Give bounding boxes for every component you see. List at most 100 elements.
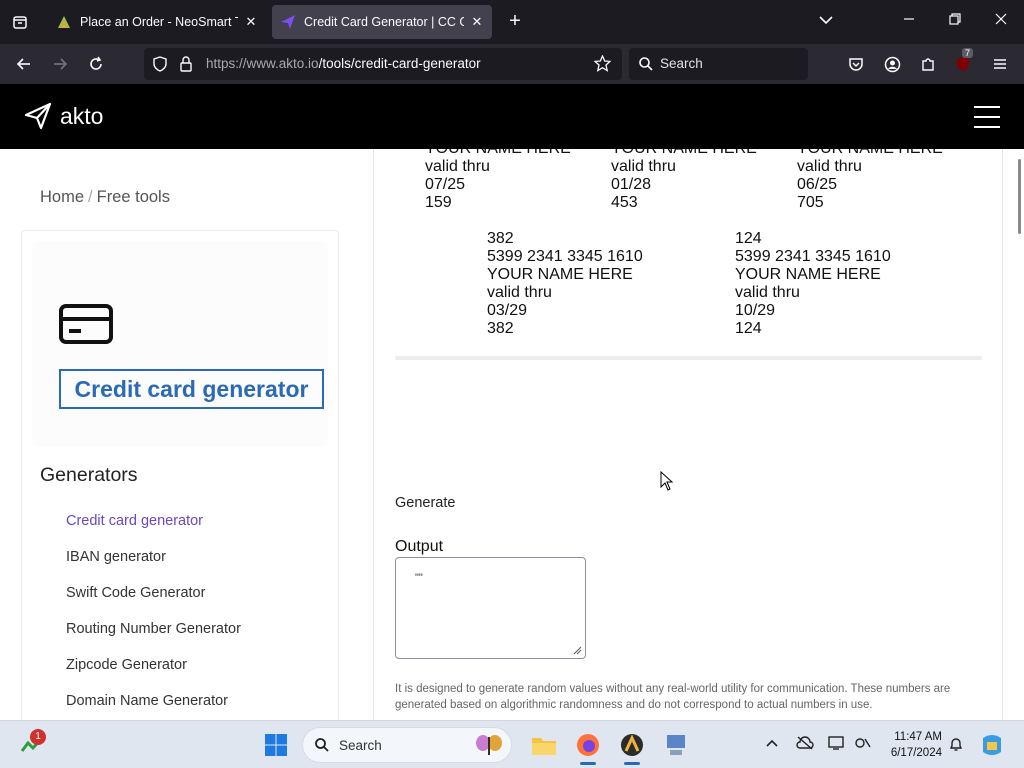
bookmark-star-icon[interactable] [593,54,612,77]
card-valid-label: valid thru [735,284,800,301]
sidebar-item-routing-number-generator[interactable]: Routing Number Generator [66,620,241,656]
output-textarea[interactable]: "" [395,557,586,659]
generate-button[interactable]: Generate [395,495,455,511]
page-content: Home / Free tools Credit card generator Ge… [0,149,1024,720]
page-scrollbar[interactable] [1016,149,1024,720]
app-shortcut-icon[interactable] [618,731,646,759]
url-bar[interactable]: https://www.akto.io/tools/credit-card-ge… [144,48,622,80]
card-cvv: 705 [797,194,824,211]
card-valid-label: valid thru [425,158,490,175]
site-header: akto [0,84,1024,149]
card-cvv-top: 124 [735,230,762,247]
clock-time: 11:47 AM [894,731,942,743]
sidebar-item-credit-card-generator[interactable]: Credit card generator [66,512,241,548]
shield-icon[interactable] [152,56,168,77]
tab-place-order[interactable]: Place an Order - NeoSmart Tech ✕ [48,5,266,39]
notifications-bell-icon[interactable] [948,736,964,755]
display-icon[interactable] [828,736,846,753]
card-number: 5399 2341 3345 1610 [735,248,891,265]
generators-heading: Generators [40,464,138,486]
pocket-icon[interactable] [845,53,867,75]
card-holder-name: YOUR NAME HERE [797,149,943,158]
menu-icon[interactable] [989,53,1011,75]
mouse-cursor-icon [660,471,674,491]
breadcrumb-current[interactable]: Free tools [97,188,170,206]
restore-icon[interactable] [945,12,965,28]
taskbar-search[interactable]: Search [302,727,512,763]
account-icon[interactable] [881,53,903,75]
tab-credit-card-generator[interactable]: Credit Card Generator | CC Gen ✕ [272,5,492,39]
hero-title: Credit card generator [59,369,324,409]
card-valid-label: valid thru [487,284,552,301]
scrollbar-thumb[interactable] [1018,159,1021,234]
card-cvv: 159 [425,194,452,211]
copilot-icon[interactable] [978,731,1006,759]
sidebar-item-zipcode-generator[interactable]: Zipcode Generator [66,656,241,692]
output-value: "" [415,572,423,584]
search-icon [638,56,654,77]
close-tab-icon[interactable]: ✕ [244,14,258,30]
extensions-puzzle-icon[interactable] [917,53,939,75]
list-all-tabs-icon[interactable] [816,12,836,28]
show-hidden-icons-chevron-icon[interactable] [765,736,779,751]
tab-overview-icon[interactable] [9,11,31,33]
file-explorer-icon[interactable] [530,731,558,759]
card-preview: 124 5399 2341 3345 1610 YOUR NAME HERE v… [735,230,891,338]
sidebar-item-iban-generator[interactable]: IBAN generator [66,548,241,584]
cloud-offline-icon[interactable] [796,736,814,753]
tab-title: Place an Order - NeoSmart Tech [80,15,238,29]
card-expiry: 03/29 [487,302,528,319]
url-host: https://www.akto.io [206,56,319,71]
card-preview: YOUR NAME HERE valid thru 07/25 159 [425,149,571,212]
neosmart-favicon-icon [56,14,72,30]
firefox-icon[interactable] [574,731,602,759]
search-icon [314,737,330,758]
tool-hero: Credit card generator [32,241,328,447]
card-expiry: 06/25 [797,176,838,193]
system-clock[interactable]: 11:47 AM 6/17/2024 [880,729,942,761]
network-computer-icon[interactable] [662,731,690,759]
minimize-icon[interactable] [899,12,919,28]
tab-title: Credit Card Generator | CC Gen [304,15,464,29]
disclaimer-text: It is designed to generate random values… [395,683,951,711]
generators-list: Credit card generator IBAN generator Swi… [66,512,241,720]
akto-favicon-icon [280,14,296,30]
new-tab-button[interactable]: + [504,10,526,33]
reload-icon[interactable] [85,53,107,75]
hamburger-menu-icon[interactable] [974,106,1000,136]
network-status-icon[interactable] [854,736,872,753]
card-cvv-top: 382 [487,230,514,247]
output-label: Output [395,538,444,555]
card-preview: YOUR NAME HERE valid thru 06/25 705 [797,149,943,212]
back-arrow-icon[interactable] [13,53,35,75]
card-holder-name: YOUR NAME HERE [611,149,757,158]
windows-taskbar: 1 Search 11:47 AM 6/17/2024 [0,720,1024,768]
resize-grip-icon[interactable] [572,645,582,655]
breadcrumb: Home / Free tools [40,188,170,207]
browser-search-bar[interactable]: Search [629,48,808,80]
sidebar-item-domain-name-generator[interactable]: Domain Name Generator [66,692,241,720]
logo-text: akto [60,102,104,129]
credit-card-icon [59,304,113,344]
section-divider [395,356,982,360]
ublock-icon[interactable]: 7 [952,48,974,75]
card-holder-name: YOUR NAME HERE [735,266,881,283]
taskbar-search-label: Search [339,738,382,753]
lock-icon[interactable] [179,56,193,77]
active-app-indicator [624,762,640,765]
card-valid-label: valid thru [797,158,862,175]
windows-start-icon[interactable] [262,731,290,759]
breadcrumb-home[interactable]: Home [40,188,84,206]
card-preview: YOUR NAME HERE valid thru 01/28 453 [611,149,757,212]
card-expiry: 07/25 [425,176,466,193]
forward-arrow-icon[interactable] [49,53,71,75]
close-window-icon[interactable] [991,12,1011,28]
card-cvv: 124 [735,320,762,337]
sidebar-item-swift-code-generator[interactable]: Swift Code Generator [66,584,241,620]
notification-badge: 1 [30,729,46,745]
close-tab-icon[interactable]: ✕ [470,14,484,30]
akto-logo[interactable]: akto [24,102,103,130]
url-text: https://www.akto.io/tools/credit-card-ge… [206,56,481,71]
breadcrumb-separator: / [88,188,93,206]
browser-nav-bar: https://www.akto.io/tools/credit-card-ge… [0,44,1024,84]
